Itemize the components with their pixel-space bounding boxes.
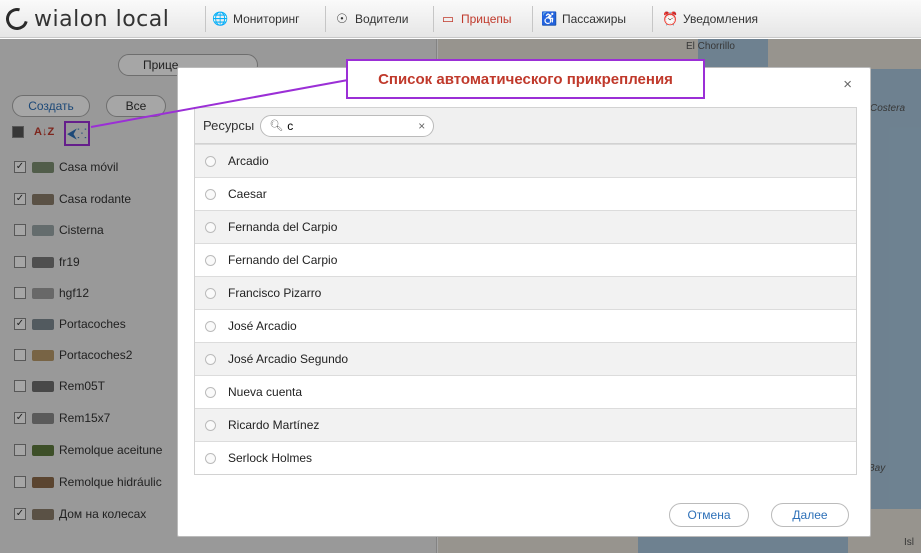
resource-radio[interactable] <box>205 221 216 233</box>
globe-icon: 🌐 <box>212 11 229 26</box>
resource-row[interactable]: Serlock Holmes <box>195 441 856 474</box>
clear-search-icon[interactable]: × <box>418 119 425 133</box>
resource-name: Ricardo Martínez <box>228 418 320 432</box>
nav-divider <box>433 6 434 32</box>
resource-name: Fernando del Carpio <box>228 253 338 267</box>
logo-wordmark: wialon local <box>34 6 170 32</box>
nav-item-notifications[interactable]: ⏰ Уведомления <box>662 10 758 28</box>
next-button[interactable]: Далее <box>771 503 849 527</box>
resource-row[interactable]: Fernanda del Carpio <box>195 210 856 243</box>
top-navigation-bar: wialon local 🌐 Мониторинг ☉ Водители ▭ П… <box>0 0 921 38</box>
nav-label: Прицепы <box>461 12 512 26</box>
nav-label: Уведомления <box>683 12 759 26</box>
resource-name: Arcadio <box>228 154 269 168</box>
resource-list: Arcadio Caesar Fernanda del Carpio Ferna… <box>194 144 857 475</box>
resource-name: Fernanda del Carpio <box>228 220 338 234</box>
resource-name: José Arcadio <box>228 319 297 333</box>
passenger-icon: ♿ <box>541 11 558 26</box>
resource-row[interactable]: José Arcadio Segundo <box>195 342 856 375</box>
resource-row[interactable]: José Arcadio <box>195 309 856 342</box>
resource-radio[interactable] <box>205 287 216 299</box>
resource-radio[interactable] <box>205 452 216 464</box>
nav-item-monitoring[interactable]: 🌐 Мониторинг <box>212 10 300 28</box>
resource-row[interactable]: Fernando del Carpio <box>195 243 856 276</box>
callout-label: Список автоматического прикрепления <box>346 59 705 99</box>
resource-name: Caesar <box>228 187 267 201</box>
nav-item-trailers[interactable]: ▭ Прицепы <box>440 10 512 28</box>
resource-row[interactable]: Nueva cuenta <box>195 375 856 408</box>
nav-label: Пассажиры <box>562 12 627 26</box>
cancel-button[interactable]: Отмена <box>669 503 749 527</box>
resource-radio[interactable] <box>205 386 216 398</box>
resource-search-input[interactable] <box>287 118 408 133</box>
resource-row[interactable]: Caesar <box>195 177 856 210</box>
resource-radio[interactable] <box>205 188 216 200</box>
search-icon: 🔍︎ <box>269 120 284 132</box>
nav-item-passengers[interactable]: ♿ Пассажиры <box>541 10 626 28</box>
resource-radio[interactable] <box>205 320 216 332</box>
nav-label: Мониторинг <box>233 12 300 26</box>
nav-divider <box>325 6 326 32</box>
wialon-logo[interactable]: wialon local <box>1 3 170 35</box>
nav-divider <box>652 6 653 32</box>
resource-radio[interactable] <box>205 353 216 365</box>
auto-attach-dialog: × Ресурсы 🔍︎ × Arcadio Caesar Fernanda d… <box>177 67 871 537</box>
resource-name: Nueva cuenta <box>228 385 303 399</box>
resources-label: Ресурсы <box>203 118 255 133</box>
resource-row[interactable]: Francisco Pizarro <box>195 276 856 309</box>
close-icon[interactable]: × <box>843 76 852 93</box>
alarm-clock-icon: ⏰ <box>662 11 679 26</box>
resource-search[interactable]: 🔍︎ × <box>260 114 435 137</box>
resource-row[interactable]: Arcadio <box>195 144 856 177</box>
resource-radio[interactable] <box>205 155 216 167</box>
resource-name: Francisco Pizarro <box>228 286 322 300</box>
resource-radio[interactable] <box>205 419 216 431</box>
resource-radio[interactable] <box>205 254 216 266</box>
resource-row[interactable]: Ricardo Martínez <box>195 408 856 441</box>
nav-divider <box>205 6 206 32</box>
steering-wheel-icon: ☉ <box>336 11 348 26</box>
nav-label: Водители <box>355 12 409 26</box>
resource-name: Serlock Holmes <box>228 451 313 465</box>
resource-name: José Arcadio Segundo <box>228 352 349 366</box>
nav-item-drivers[interactable]: ☉ Водители <box>334 10 408 28</box>
trailer-icon: ▭ <box>441 11 455 26</box>
resources-header: Ресурсы 🔍︎ × <box>194 107 857 144</box>
nav-divider <box>532 6 533 32</box>
logo-ring-icon <box>1 3 33 35</box>
